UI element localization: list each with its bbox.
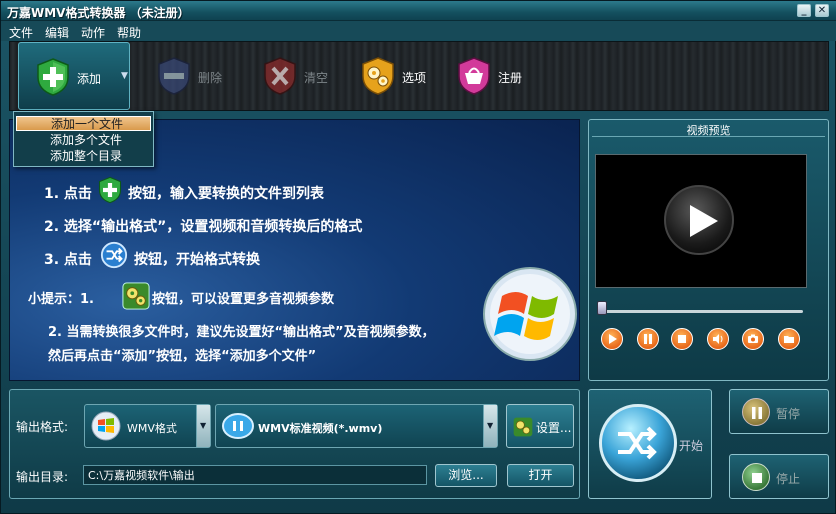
pause-button[interactable] — [637, 328, 659, 350]
clear-label: 清空 — [304, 71, 329, 85]
settings-label: 设置... — [536, 421, 572, 435]
format-label: 输出格式: — [16, 420, 69, 434]
step2-text: 2. 选择“输出格式”，设置视频和音频转换后的格式 — [44, 219, 363, 235]
gear-icon — [122, 282, 150, 310]
seek-bar[interactable] — [597, 310, 803, 313]
clear-shield-icon — [264, 57, 296, 95]
volume-button[interactable] — [707, 328, 729, 350]
format-value: WMV格式 — [127, 422, 177, 435]
menu-action[interactable]: 动作 — [81, 24, 105, 41]
pause-action-button[interactable]: 暂停 — [729, 389, 829, 434]
video-screen — [595, 154, 807, 288]
video-preview-panel: 视频预览 — [588, 119, 829, 381]
add-one-file-item[interactable]: 添加一个文件 — [16, 116, 151, 131]
add-folder-item[interactable]: 添加整个目录 — [16, 149, 151, 164]
start-label: 开始 — [679, 439, 704, 453]
play-button[interactable] — [601, 328, 623, 350]
chevron-down-icon[interactable]: ▼ — [196, 405, 210, 447]
settings-button[interactable]: 设置... — [506, 404, 574, 448]
folder-icon — [784, 336, 794, 343]
title-bar: 万嘉WMV格式转换器 （未注册） _ ✕ — [1, 1, 836, 21]
clear-button[interactable]: 清空 — [260, 42, 340, 110]
menu-edit[interactable]: 编辑 — [45, 24, 69, 41]
add-shield-icon — [37, 58, 69, 96]
step1-prefix: 1. 点击 — [44, 186, 92, 202]
add-multiple-files-item[interactable]: 添加多个文件 — [16, 133, 151, 148]
options-button[interactable]: 选项 — [358, 42, 438, 110]
menu-file[interactable]: 文件 — [9, 24, 33, 41]
delete-button[interactable]: 删除 — [152, 42, 232, 110]
dir-label: 输出目录: — [16, 470, 69, 484]
convert-icon — [100, 241, 128, 269]
play-icon[interactable] — [664, 185, 734, 255]
register-button[interactable]: 注册 — [454, 42, 544, 110]
start-button[interactable]: 开始 — [588, 389, 712, 499]
format-select[interactable]: WMV格式 ▼ — [84, 404, 211, 448]
step3-suffix: 按钮，开始格式转换 — [134, 252, 260, 268]
menu-bar: 文件 编辑 动作 帮助 — [1, 21, 836, 41]
profile-select[interactable]: WMV标准视频(*.wmv) ▼ — [215, 404, 498, 448]
output-panel: 输出格式: WMV格式 ▼ WMV标准视频(*.wmv) ▼ 设置... 输出目… — [9, 389, 580, 499]
step1-suffix: 按钮，输入要转换的文件到列表 — [128, 186, 324, 202]
stop-icon — [678, 335, 686, 343]
tip2-line1: 2. 当需转换很多文件时，建议先设置好“输出格式”及音视频参数， — [48, 325, 435, 340]
seek-handle[interactable] — [597, 301, 607, 315]
open-folder-button[interactable] — [778, 328, 800, 350]
delete-label: 删除 — [198, 71, 223, 85]
snapshot-button[interactable] — [742, 328, 764, 350]
volume-icon — [713, 334, 723, 344]
tip2-line2: 然后再点击“添加”按钮，选择“添加多个文件” — [48, 349, 317, 364]
stop-label: 停止 — [776, 472, 801, 486]
pause-label: 暂停 — [776, 407, 801, 421]
minimize-button[interactable]: _ — [797, 4, 811, 17]
gear-shield-icon — [362, 57, 394, 95]
add-shield-icon — [98, 176, 122, 204]
chevron-down-icon[interactable]: ▼ — [483, 405, 497, 447]
pause-icon — [644, 334, 652, 344]
basket-shield-icon — [458, 57, 490, 95]
window-title: 万嘉WMV格式转换器 （未注册） — [7, 6, 190, 20]
video-profile-icon — [222, 413, 254, 439]
windows-logo-icon — [483, 267, 577, 361]
toolbar: 添加 ▼ 删除 清空 选项 注册 — [9, 41, 829, 111]
windows-logo-icon — [91, 411, 121, 441]
camera-icon — [748, 334, 758, 343]
delete-shield-icon — [158, 57, 190, 95]
convert-icon — [599, 404, 677, 482]
menu-help[interactable]: 帮助 — [117, 24, 141, 41]
add-label: 添加 — [77, 72, 102, 86]
open-button[interactable]: 打开 — [507, 464, 574, 487]
browse-button[interactable]: 浏览... — [435, 464, 497, 487]
app-window: 万嘉WMV格式转换器 （未注册） _ ✕ 文件 编辑 动作 帮助 添加 ▼ 删除 — [0, 0, 836, 514]
tip1-suffix: 按钮，可以设置更多音视频参数 — [152, 292, 335, 307]
close-button[interactable]: ✕ — [815, 4, 829, 17]
tip-prefix: 小提示：1. — [28, 292, 94, 307]
stop-action-button[interactable]: 停止 — [729, 454, 829, 499]
chevron-down-icon[interactable]: ▼ — [121, 71, 128, 81]
stop-button[interactable] — [671, 328, 693, 350]
profile-value: WMV标准视频(*.wmv) — [258, 422, 383, 435]
output-dir-field[interactable] — [83, 465, 427, 485]
register-label: 注册 — [498, 71, 523, 85]
gear-icon — [513, 417, 533, 437]
add-button[interactable]: 添加 ▼ — [18, 42, 130, 110]
play-icon — [609, 334, 617, 344]
output-dir-input[interactable] — [84, 466, 426, 484]
options-label: 选项 — [402, 71, 427, 85]
stop-icon — [742, 463, 770, 491]
step3-prefix: 3. 点击 — [44, 252, 92, 268]
pause-icon — [742, 398, 770, 426]
add-dropdown-menu: 添加一个文件 添加多个文件 添加整个目录 — [13, 111, 154, 167]
